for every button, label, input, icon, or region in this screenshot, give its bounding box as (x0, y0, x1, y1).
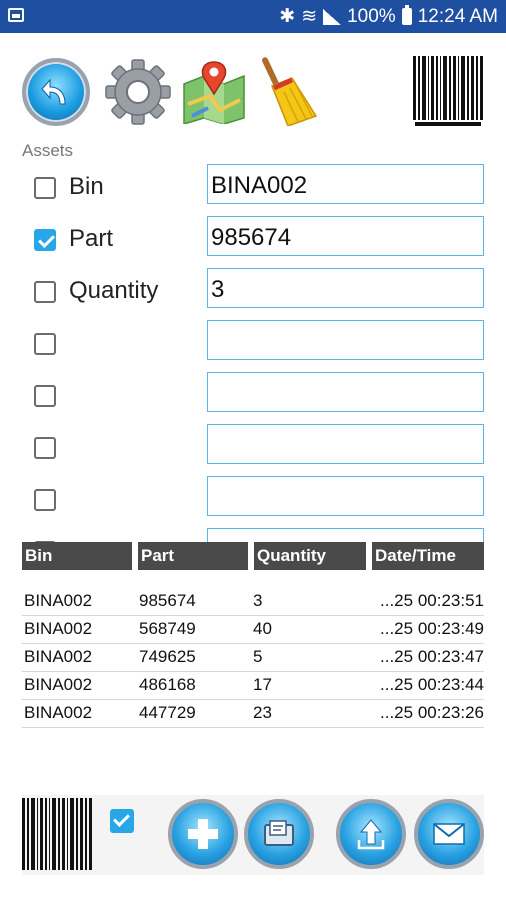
table-cell: 985674 (139, 591, 196, 610)
field-row: Part 985674 (22, 216, 484, 268)
table-cell: 3 (253, 591, 263, 610)
image-icon (8, 8, 24, 22)
table-row[interactable]: BINA002 985674 3 ...25 00:23:51 (22, 588, 484, 616)
table-cell: 17 (253, 675, 272, 694)
table-cell: BINA002 (24, 591, 93, 610)
folder-icon[interactable] (244, 799, 314, 869)
table-cell: ...25 00:23:51 (380, 591, 484, 610)
bluetooth-icon: ✱ (279, 6, 296, 27)
auto-checkbox[interactable] (110, 809, 134, 833)
table-cell: BINA002 (24, 619, 93, 638)
field-checkbox[interactable] (34, 437, 56, 459)
assets-label: Assets (22, 141, 74, 160)
table-cell: 749625 (139, 647, 196, 666)
table-header: Bin Part Quantity Date/Time (22, 542, 484, 570)
table-cell: ...25 00:23:26 (380, 703, 484, 722)
field-checkbox[interactable] (34, 385, 56, 407)
table-cell: 447729 (139, 703, 196, 722)
field-checkbox[interactable] (34, 333, 56, 355)
field-row (22, 372, 484, 424)
settings-gear-icon[interactable] (104, 58, 172, 126)
field-row: Bin BINA002 (22, 164, 484, 216)
table-row[interactable]: BINA002 568749 40 ...25 00:23:49 (22, 616, 484, 644)
table-cell: ...25 00:23:44 (380, 675, 484, 694)
wifi-icon: ≋ (301, 6, 318, 27)
field-row (22, 424, 484, 476)
table-cell: 5 (253, 647, 263, 666)
field-row (22, 320, 484, 372)
header-part[interactable]: Part (138, 542, 248, 570)
field-input[interactable] (207, 528, 484, 542)
table-cell: ...25 00:23:47 (380, 647, 484, 666)
status-bar: ✱ ≋ 100% 12:24 AM (0, 0, 506, 33)
table-cell: 40 (253, 619, 272, 638)
field-input[interactable] (207, 476, 484, 516)
field-input[interactable] (207, 372, 484, 412)
barcode-icon[interactable] (22, 798, 94, 870)
status-time: 12:24 AM (417, 5, 498, 27)
table-body: BINA002 985674 3 ...25 00:23:51 BINA002 56874… (22, 588, 484, 728)
field-label: Bin (69, 173, 104, 200)
table-row[interactable]: BINA002 447729 23 ...25 00:23:26 (22, 700, 484, 728)
email-icon[interactable] (414, 799, 484, 869)
field-checkbox[interactable] (34, 229, 56, 251)
field-checkbox[interactable] (34, 177, 56, 199)
field-input[interactable] (207, 424, 484, 464)
status-right: ✱ ≋ 100% 12:24 AM (279, 0, 498, 33)
field-label: Quantity (69, 277, 159, 304)
table-cell: BINA002 (24, 703, 93, 722)
upload-icon[interactable] (336, 799, 406, 869)
table-row[interactable]: BINA002 749625 5 ...25 00:23:47 (22, 644, 484, 672)
table-cell: 486168 (139, 675, 196, 694)
field-input[interactable] (207, 320, 484, 360)
field-checkbox[interactable] (34, 281, 56, 303)
header-quantity[interactable]: Quantity (254, 542, 366, 570)
add-icon[interactable] (168, 799, 238, 869)
back-icon[interactable] (22, 58, 90, 126)
table-row[interactable]: BINA002 486168 17 ...25 00:23:44 (22, 672, 484, 700)
field-label: Part (69, 225, 114, 252)
broom-icon[interactable] (258, 56, 320, 127)
table-cell: 23 (253, 703, 272, 722)
field-checkbox[interactable] (34, 489, 56, 511)
header-datetime[interactable]: Date/Time (372, 542, 484, 570)
field-input[interactable]: 3 (207, 268, 484, 308)
field-input[interactable]: BINA002 (207, 164, 484, 204)
map-icon[interactable] (180, 60, 248, 126)
table-cell: BINA002 (24, 675, 93, 694)
battery-percent: 100% (347, 5, 396, 27)
field-input[interactable]: 985674 (207, 216, 484, 256)
table-cell: BINA002 (24, 647, 93, 666)
signal-icon (323, 8, 342, 25)
header-bin[interactable]: Bin (22, 542, 132, 570)
field-row (22, 476, 484, 528)
barcode-icon[interactable] (413, 56, 483, 128)
battery-icon (401, 5, 412, 25)
table-cell: ...25 00:23:49 (380, 619, 484, 638)
bottom-bar (22, 795, 484, 875)
field-row-partial (22, 528, 484, 542)
table-cell: 568749 (139, 619, 196, 638)
field-row: Quantity 3 (22, 268, 484, 320)
